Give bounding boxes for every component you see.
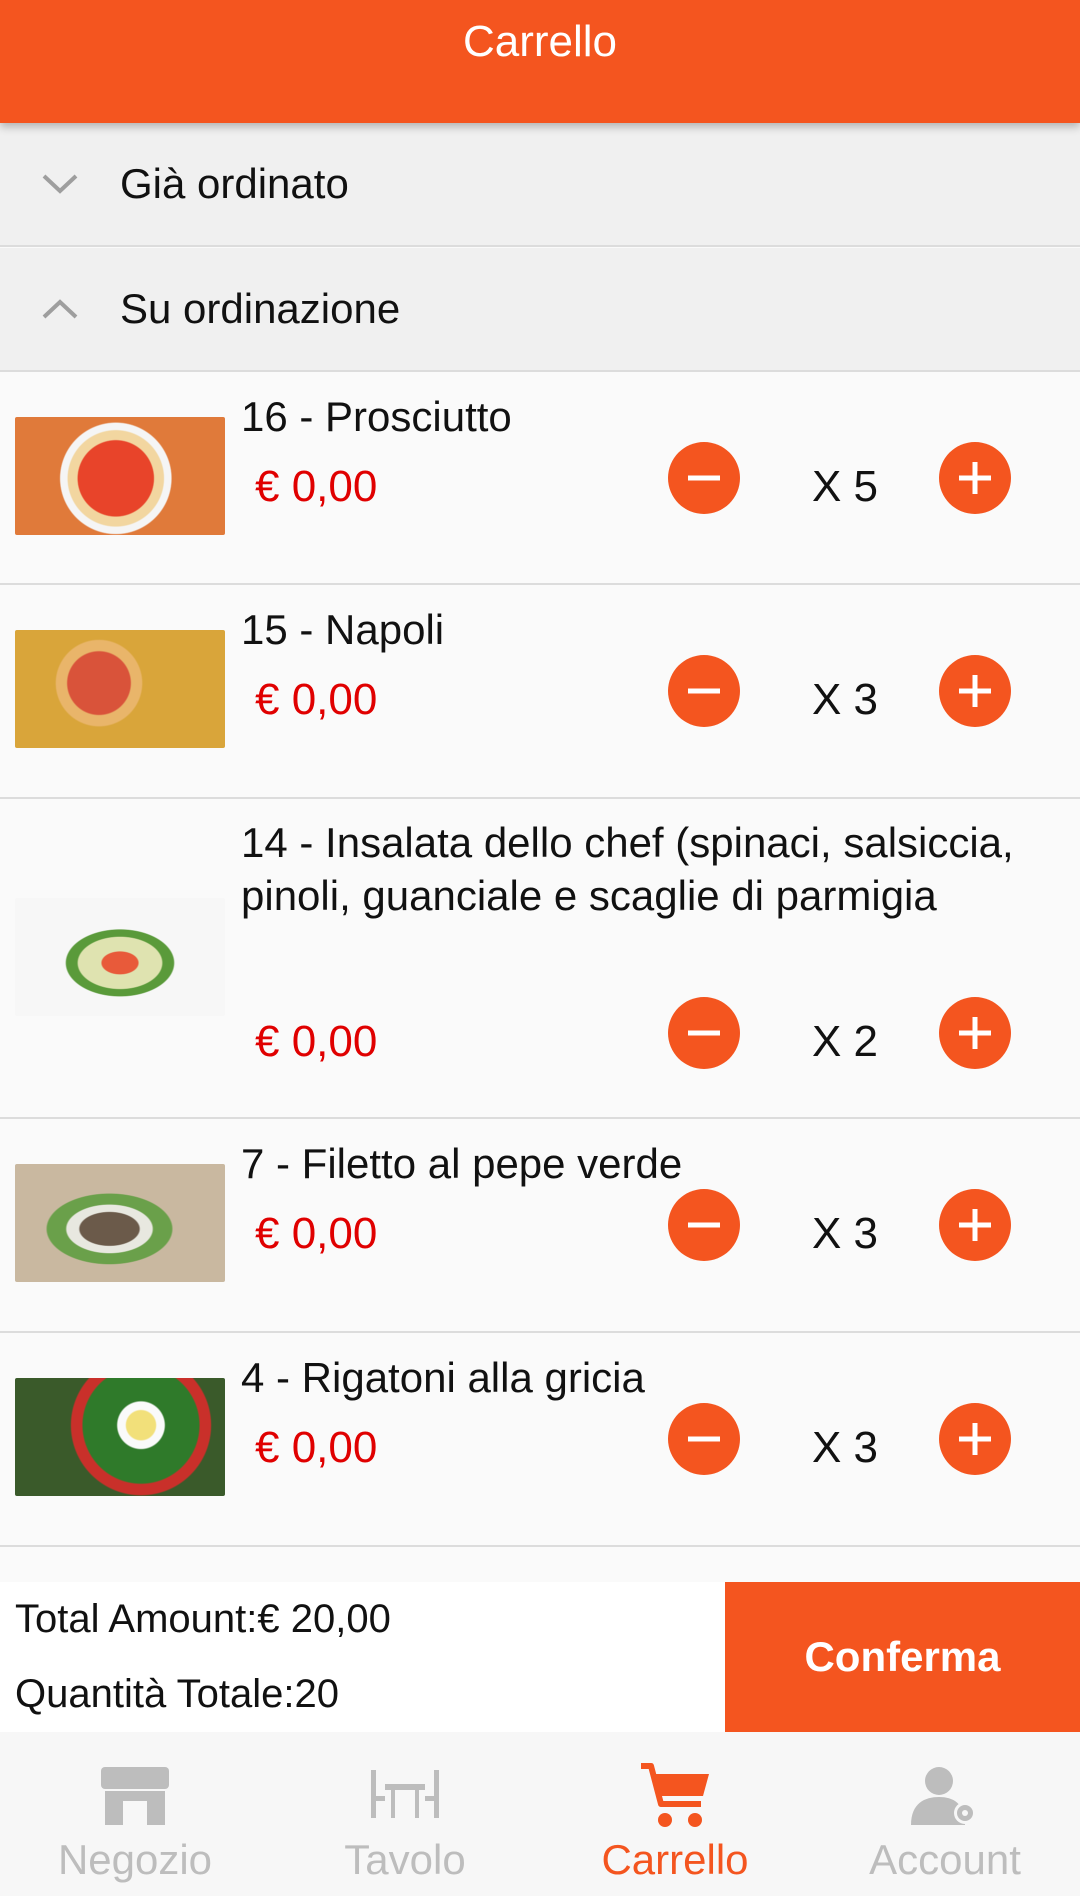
nav-label-account: Account: [869, 1836, 1021, 1883]
item-name: 4 - Rigatoni alla gricia: [241, 1354, 645, 1401]
item-quantity: X 5: [811, 462, 879, 511]
item-price: € 0,00: [255, 1209, 378, 1258]
item-image: [15, 630, 225, 748]
cart-item-partial: [0, 1547, 1080, 1582]
item-name: 7 - Filetto al pepe verde: [241, 1140, 683, 1187]
confirm-button[interactable]: Conferma: [725, 1582, 1080, 1732]
item-image: [15, 417, 225, 535]
minus-icon: [688, 1436, 720, 1442]
item-quantity: X 3: [811, 675, 879, 724]
item-price: € 0,00: [255, 1423, 378, 1472]
cart-item: 7 - Filetto al pepe verde € 0,00 X 3: [0, 1119, 1080, 1333]
app-bar: Carrello: [0, 0, 1080, 123]
plus-icon: [959, 1017, 991, 1049]
increase-button[interactable]: [939, 997, 1011, 1069]
increase-button[interactable]: [939, 1189, 1011, 1261]
increase-button[interactable]: [939, 1403, 1011, 1475]
item-price: € 0,00: [255, 1017, 378, 1066]
item-image: [15, 898, 225, 1016]
total-quantity: Quantità Totale:20: [15, 1672, 339, 1716]
minus-icon: [688, 475, 720, 481]
chevron-up-icon: [0, 297, 120, 321]
item-name: 15 - Napoli: [241, 606, 445, 653]
total-amount: Total Amount:€ 20,00: [15, 1597, 391, 1641]
increase-button[interactable]: [939, 442, 1011, 514]
plus-icon: [959, 1209, 991, 1241]
nav-item-cart[interactable]: Carrello: [540, 1732, 810, 1896]
cart-item: 4 - Rigatoni alla gricia € 0,00 X 3: [0, 1333, 1080, 1547]
minus-icon: [688, 1222, 720, 1228]
item-quantity: X 3: [811, 1423, 879, 1472]
item-quantity: X 3: [811, 1209, 879, 1258]
cart-icon: [637, 1758, 713, 1834]
item-price: € 0,00: [255, 675, 378, 724]
section-label-pending: Su ordinazione: [120, 285, 401, 332]
plus-icon: [959, 1423, 991, 1455]
item-name: 14 - Insalata dello chef (spinaci, salsi…: [241, 819, 1014, 919]
minus-icon: [688, 1030, 720, 1036]
nav-item-account[interactable]: Account: [810, 1732, 1080, 1896]
cart-list[interactable]: 16 - Prosciutto € 0,00 X 5 15 - Napoli €…: [0, 372, 1080, 1582]
decrease-button[interactable]: [668, 1189, 740, 1261]
decrease-button[interactable]: [668, 997, 740, 1069]
item-quantity: X 2: [811, 1017, 879, 1066]
bottom-navigation: Negozio Tavolo Carrello Account: [0, 1732, 1080, 1896]
nav-item-shop[interactable]: Negozio: [0, 1732, 270, 1896]
item-image: [15, 1164, 225, 1282]
plus-icon: [959, 675, 991, 707]
section-pending-order[interactable]: Su ordinazione: [0, 248, 1080, 372]
decrease-button[interactable]: [668, 1403, 740, 1475]
cart-item: 15 - Napoli € 0,00 X 3: [0, 585, 1080, 799]
store-icon: [97, 1758, 173, 1834]
minus-icon: [688, 688, 720, 694]
decrease-button[interactable]: [668, 442, 740, 514]
section-label-ordered: Già ordinato: [120, 160, 349, 207]
chevron-down-icon: [0, 172, 120, 196]
section-already-ordered[interactable]: Già ordinato: [0, 123, 1080, 247]
decrease-button[interactable]: [668, 655, 740, 727]
cart-summary: Total Amount:€ 20,00 Quantità Totale:20 …: [0, 1582, 1080, 1732]
cart-item: 14 - Insalata dello chef (spinaci, salsi…: [0, 799, 1080, 1119]
nav-item-table[interactable]: Tavolo: [270, 1732, 540, 1896]
page-title: Carrello: [462, 17, 618, 66]
cart-item: 16 - Prosciutto € 0,00 X 5: [0, 372, 1080, 585]
account-settings-icon: [907, 1758, 983, 1834]
item-price: € 0,00: [255, 462, 378, 511]
nav-label-table: Tavolo: [344, 1836, 466, 1883]
item-image: [15, 1378, 225, 1496]
nav-label-shop: Negozio: [57, 1836, 213, 1883]
increase-button[interactable]: [939, 655, 1011, 727]
nav-label-cart: Carrello: [601, 1836, 749, 1883]
table-icon: [367, 1758, 443, 1834]
plus-icon: [959, 462, 991, 494]
totals-block: Total Amount:€ 20,00 Quantità Totale:20: [15, 1582, 391, 1732]
item-name: 16 - Prosciutto: [241, 393, 512, 440]
